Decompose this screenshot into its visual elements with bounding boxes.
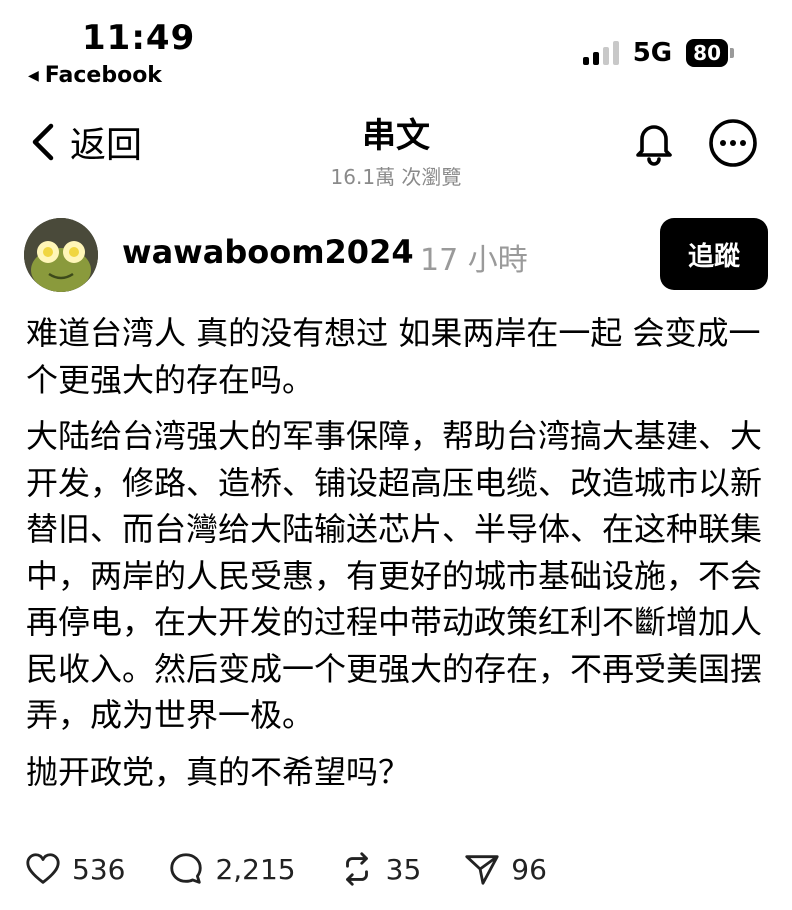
back-app-label: Facebook	[44, 63, 162, 88]
status-time: 11:49	[82, 18, 196, 58]
post-paragraph: 抛开政党，真的不希望吗？	[26, 752, 411, 791]
share-count: 96	[511, 852, 547, 886]
more-options-button[interactable]	[706, 116, 760, 170]
username[interactable]: wawaboom2024	[122, 233, 414, 271]
post-paragraph: 难道台湾人 真的没有想过 如果两岸在一起 会变成一个更强大的存在吗。	[26, 314, 761, 399]
frog-avatar-icon	[24, 218, 98, 292]
back-to-app-link[interactable]: ◀ Facebook	[28, 63, 162, 88]
repost-icon	[345, 852, 368, 886]
repost-count: 35	[385, 852, 422, 886]
signal-icon	[582, 41, 619, 65]
back-triangle-icon: ◀	[28, 67, 39, 84]
comment-icon	[170, 853, 203, 884]
battery-icon: 80	[686, 39, 734, 67]
battery-level: 80	[686, 39, 728, 67]
send-icon	[465, 855, 499, 885]
post-actions: 536 2,215 35 96	[24, 850, 589, 888]
more-icon	[709, 119, 757, 167]
like-button[interactable]: 536	[24, 850, 125, 888]
repost-button[interactable]: 35	[338, 850, 422, 888]
status-indicators: 5G 80	[582, 38, 734, 68]
comment-button[interactable]: 2,215	[167, 850, 296, 888]
like-count: 536	[72, 852, 126, 886]
post-content: 难道台湾人 真的没有想过 如果两岸在一起 会变成一个更强大的存在吗。 大陆给台湾…	[26, 310, 770, 805]
heart-icon	[26, 853, 60, 884]
follow-button[interactable]: 追蹤	[660, 218, 768, 290]
post-time: 17 小時	[420, 243, 528, 278]
comment-count: 2,215	[215, 852, 296, 886]
avatar[interactable]	[24, 218, 98, 292]
bell-icon	[636, 125, 672, 166]
notification-button[interactable]	[628, 116, 680, 168]
share-button[interactable]: 96	[463, 850, 547, 888]
post-paragraph: 大陆给台湾强大的军事保障，帮助台湾搞大基建、大开发，修路、造桥、铺设超高压电缆、…	[26, 417, 763, 734]
network-type: 5G	[632, 38, 673, 68]
